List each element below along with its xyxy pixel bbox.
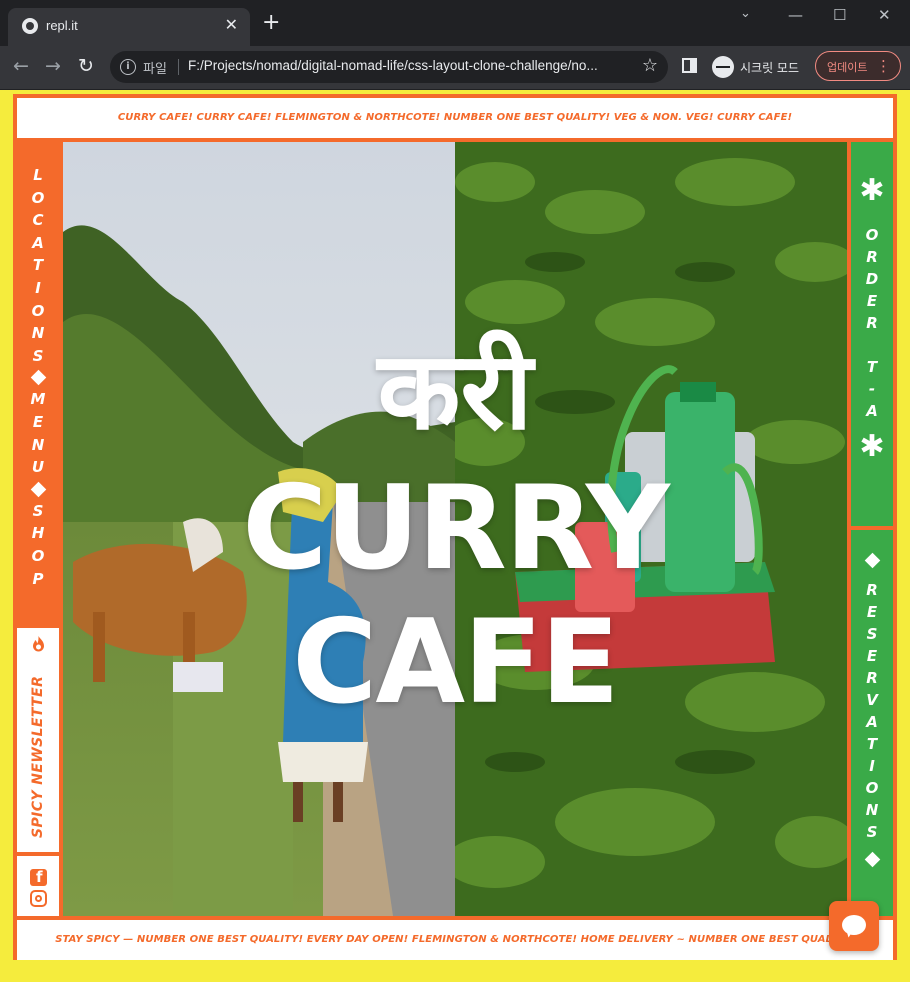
- takeaway-letter: -: [868, 380, 876, 398]
- address-bar[interactable]: i 파일 F:/Projects/nomad/digital-nomad-lif…: [110, 51, 668, 83]
- maximize-button[interactable]: ☐: [833, 6, 846, 24]
- browser-tabbar: repl.it ✕ + ⌄ — ☐ ✕: [0, 0, 910, 46]
- order-letters[interactable]: ORDERT-A: [851, 224, 893, 422]
- order-takeaway-panel[interactable]: ✱ ORDERT-A ✱: [851, 142, 893, 526]
- order-letter: D: [865, 270, 879, 288]
- shop-letter: H: [31, 524, 45, 543]
- forward-button[interactable]: →: [45, 55, 61, 77]
- left-nav: LOCATIONSMENUSHOP: [17, 142, 59, 624]
- reservations-letter: E: [866, 603, 878, 621]
- locations-letter: A: [32, 233, 44, 252]
- locations-letter: I: [35, 278, 41, 297]
- hero-title-curry: CURRY: [242, 461, 670, 596]
- reservations-letter: S: [866, 625, 878, 643]
- locations-letter: L: [33, 166, 43, 184]
- diamond-icon: [30, 481, 46, 497]
- close-window-button[interactable]: ✕: [878, 6, 891, 24]
- back-button[interactable]: ←: [13, 55, 29, 77]
- reservations-letters[interactable]: RESERVATIONS: [851, 530, 893, 870]
- browser-tab[interactable]: repl.it ✕: [8, 8, 250, 46]
- reservations-letter: S: [866, 823, 878, 841]
- fire-icon: [33, 636, 44, 652]
- diamond-icon: [864, 851, 880, 868]
- left-nav-letters[interactable]: LOCATIONSMENUSHOP: [17, 142, 59, 590]
- incognito-label: 시크릿 모드: [740, 61, 800, 75]
- diamond-icon: [30, 370, 46, 386]
- locations-letter: C: [32, 211, 44, 230]
- reservations-letter: V: [866, 691, 878, 709]
- social-panel: [17, 856, 59, 916]
- locations-letter: T: [32, 256, 44, 275]
- menu-letter: U: [31, 458, 45, 477]
- locations-letter: O: [31, 188, 45, 207]
- menu-letter: M: [30, 390, 46, 409]
- bookmark-star-icon[interactable]: ☆: [642, 55, 658, 76]
- reservations-letter: R: [866, 581, 878, 599]
- order-letter: R: [866, 248, 878, 266]
- takeaway-letter: T: [866, 358, 878, 376]
- page-background: CURRY CAFE! CURRY CAFE! FLEMINGTON & NOR…: [0, 90, 910, 982]
- instagram-icon[interactable]: [30, 890, 47, 907]
- reservations-letter: T: [866, 735, 878, 753]
- shop-letter: O: [31, 546, 45, 565]
- diamond-icon: [864, 552, 880, 569]
- globe-icon: [22, 18, 38, 34]
- update-button[interactable]: 업데이트 ⋮: [815, 51, 901, 81]
- reservations-letter: A: [866, 713, 878, 731]
- locations-letter: S: [32, 346, 44, 365]
- hero-title-hindi: करी: [377, 329, 533, 454]
- reservations-letter: N: [865, 801, 879, 819]
- url-text[interactable]: F:/Projects/nomad/digital-nomad-life/css…: [188, 58, 598, 73]
- newsletter-label[interactable]: SPICY NEWSLETTER: [30, 676, 46, 838]
- minimize-button[interactable]: —: [788, 6, 803, 24]
- newsletter-panel[interactable]: SPICY NEWSLETTER: [17, 628, 59, 852]
- menu-letter: N: [31, 435, 45, 454]
- shop-letter: S: [32, 501, 44, 520]
- tab-title: repl.it: [46, 18, 78, 33]
- reservations-letter: E: [866, 647, 878, 665]
- new-tab-button[interactable]: +: [262, 12, 280, 34]
- takeaway-letter: A: [866, 402, 878, 420]
- scheme-label: 파일: [143, 62, 167, 77]
- locations-letter: N: [31, 324, 45, 343]
- menu-kebab-icon[interactable]: ⋮: [876, 57, 891, 75]
- bottom-banner-text: STAY SPICY — NUMBER ONE BEST QUALITY! EV…: [55, 934, 855, 945]
- order-letter: E: [866, 292, 878, 310]
- browser-toolbar: ← → ↻ i 파일 F:/Projects/nomad/digital-nom…: [0, 46, 910, 90]
- order-letter: R: [866, 314, 878, 332]
- reservations-letter: I: [869, 757, 875, 775]
- hero-image: करी CURRY CAFE: [63, 142, 847, 916]
- asterisk-icon: ✱: [859, 173, 885, 208]
- reload-button[interactable]: ↻: [78, 55, 94, 77]
- info-icon[interactable]: i: [120, 59, 136, 75]
- hero-title-cafe: CAFE: [292, 595, 619, 730]
- locations-letter: O: [31, 301, 45, 320]
- hero-title: करी CURRY CAFE: [63, 322, 847, 730]
- incognito-indicator[interactable]: 시크릿 모드: [710, 51, 808, 83]
- tab-search-icon[interactable]: ⌄: [740, 6, 751, 21]
- close-tab-icon[interactable]: ✕: [225, 15, 238, 34]
- order-letter: O: [865, 226, 879, 244]
- shop-letter: P: [32, 569, 44, 588]
- reservations-letter: O: [865, 779, 879, 797]
- chat-button[interactable]: [829, 901, 879, 951]
- divider: [178, 59, 179, 75]
- side-panel-icon[interactable]: [682, 58, 697, 73]
- facebook-icon[interactable]: [30, 868, 47, 886]
- reservations-letter: R: [866, 669, 878, 687]
- top-banner: CURRY CAFE! CURRY CAFE! FLEMINGTON & NOR…: [17, 98, 893, 138]
- update-label: 업데이트: [827, 61, 868, 74]
- page-frame: CURRY CAFE! CURRY CAFE! FLEMINGTON & NOR…: [13, 94, 897, 960]
- menu-letter: E: [32, 412, 44, 431]
- asterisk-icon: ✱: [859, 429, 885, 464]
- incognito-icon: [712, 56, 734, 78]
- chat-bubble-icon: [842, 915, 866, 935]
- bottom-banner: STAY SPICY — NUMBER ONE BEST QUALITY! EV…: [17, 920, 893, 960]
- reservations-panel[interactable]: RESERVATIONS: [851, 530, 893, 916]
- top-banner-text: CURRY CAFE! CURRY CAFE! FLEMINGTON & NOR…: [117, 112, 793, 123]
